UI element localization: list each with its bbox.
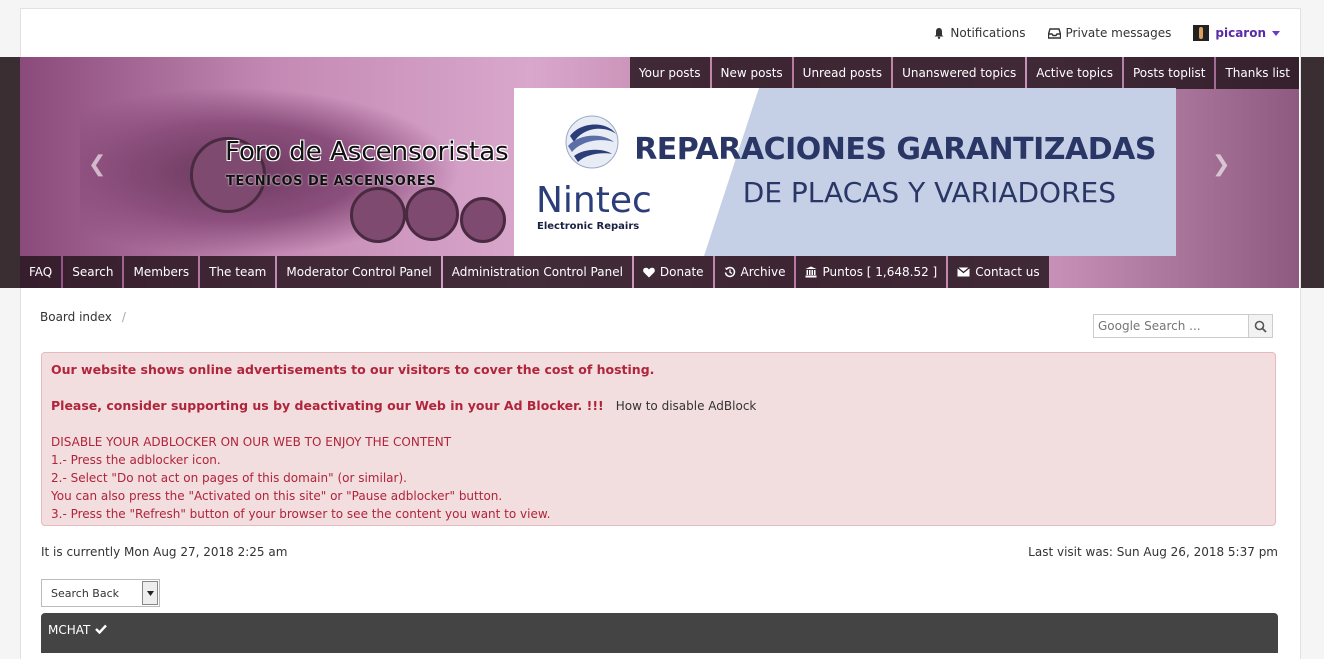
header-banner: Your posts New posts Unread posts Unansw…	[20, 57, 1299, 288]
nav-new-posts[interactable]: New posts	[711, 57, 792, 89]
site-title[interactable]: Foro de Ascensoristas	[225, 137, 509, 167]
breadcrumb-separator: /	[121, 310, 126, 324]
notifications-label: Notifications	[950, 26, 1026, 40]
history-icon	[724, 266, 735, 278]
private-messages-label: Private messages	[1065, 26, 1172, 40]
how-to-disable-adblock-link[interactable]: How to disable AdBlock	[616, 399, 757, 413]
nav-donate-label: Donate	[659, 265, 704, 279]
notifications-link[interactable]: Notifications	[933, 26, 1026, 40]
adblock-step: DISABLE YOUR ADBLOCKER ON OUR WEB TO ENJ…	[51, 435, 452, 449]
main-nav: FAQ Search Members The team Moderator Co…	[20, 256, 1051, 288]
user-menu[interactable]: picaron	[1193, 25, 1280, 41]
nav-donate[interactable]: Donate	[633, 256, 713, 288]
nav-admin-cp[interactable]: Administration Control Panel	[442, 256, 632, 288]
chevron-down-icon	[1272, 30, 1280, 36]
google-search-input[interactable]	[1094, 315, 1248, 337]
nav-contact-us[interactable]: Contact us	[948, 256, 1049, 288]
nav-members[interactable]: Members	[124, 256, 199, 288]
nav-posts-toplist[interactable]: Posts toplist	[1123, 57, 1215, 89]
nav-archive[interactable]: Archive	[714, 256, 795, 288]
adblock-notice: Our website shows online advertisements …	[41, 352, 1276, 526]
left-dark-edge	[0, 57, 20, 288]
bank-icon	[805, 266, 817, 278]
nav-contact-us-label: Contact us	[975, 265, 1040, 279]
adblock-step: 1.- Press the adblocker icon.	[51, 453, 221, 467]
nav-faq[interactable]: FAQ	[20, 256, 62, 288]
nav-active-topics[interactable]: Active topics	[1027, 57, 1122, 89]
adblock-step: You can also press the "Activated on thi…	[51, 489, 503, 503]
search-icon	[1254, 320, 1267, 333]
avatar	[1193, 25, 1210, 41]
nav-your-posts[interactable]: Your posts	[629, 57, 710, 89]
caret-down-icon	[146, 590, 154, 596]
nav-the-team-label: The team	[209, 265, 267, 279]
ad-headline-1: REPARACIONES GARANTIZADAS	[634, 132, 1156, 167]
last-visit: Last visit was: Sun Aug 26, 2018 5:37 pm	[1028, 545, 1278, 559]
nav-thanks-list[interactable]: Thanks list	[1216, 57, 1299, 89]
heart-icon	[643, 267, 655, 277]
nav-search-label: Search	[72, 265, 114, 279]
nav-members-label: Members	[133, 265, 190, 279]
right-dark-edge	[1299, 57, 1324, 288]
username: picaron	[1215, 26, 1266, 40]
current-time: It is currently Mon Aug 27, 2018 2:25 am	[41, 545, 288, 559]
breadcrumb-board-index[interactable]: Board index	[40, 310, 112, 324]
envelope-icon	[957, 267, 971, 277]
google-search-box	[1093, 314, 1273, 338]
dropdown-button[interactable]	[142, 581, 158, 605]
quick-links-nav: Your posts New posts Unread posts Unansw…	[628, 57, 1299, 89]
adblock-step: 2.- Select "Do not act on pages of this …	[51, 471, 407, 485]
ad-wedge	[704, 88, 759, 256]
ad-banner[interactable]: Nintec Electronic Repairs REPARACIONES G…	[514, 88, 1176, 256]
nav-unread-posts[interactable]: Unread posts	[793, 57, 892, 89]
nav-moderator-cp-label: Moderator Control Panel	[286, 265, 432, 279]
mchat-title: MCHAT	[48, 623, 91, 637]
nav-moderator-cp[interactable]: Moderator Control Panel	[277, 256, 441, 288]
nav-search[interactable]: Search	[63, 256, 123, 288]
nav-the-team[interactable]: The team	[200, 256, 276, 288]
google-search-button[interactable]	[1248, 315, 1272, 337]
mchat-header[interactable]: MCHAT	[41, 613, 1278, 653]
machine-wheel-decoration	[350, 187, 406, 243]
breadcrumb: Board index /	[40, 310, 126, 324]
nav-unanswered-topics[interactable]: Unanswered topics	[893, 57, 1026, 89]
nav-faq-label: FAQ	[29, 265, 53, 279]
machine-wheel-decoration	[460, 197, 506, 243]
search-back-value: Search Back	[51, 586, 119, 600]
private-messages-link[interactable]: Private messages	[1047, 26, 1172, 40]
checkmark-icon	[95, 624, 108, 634]
chevron-left-icon[interactable]: ❮	[88, 152, 106, 177]
nav-puntos-label: Puntos [ 1,648.52 ]	[822, 265, 938, 279]
chevron-right-icon[interactable]: ❯	[1212, 152, 1230, 177]
adblock-notice-line2: Please, consider supporting us by deacti…	[51, 398, 604, 413]
adblock-step: 3.- Press the "Refresh" button of your b…	[51, 507, 551, 521]
nav-puntos[interactable]: Puntos [ 1,648.52 ]	[796, 256, 947, 288]
search-back-select[interactable]: Search Back	[41, 579, 160, 607]
bell-icon	[934, 28, 944, 39]
site-subtitle: TECNICOS DE ASCENSORES	[226, 174, 437, 189]
ad-headline-2: DE PLACAS Y VARIADORES	[742, 176, 1116, 209]
machine-wheel-decoration	[405, 187, 459, 241]
adblock-notice-line1: Our website shows online advertisements …	[51, 362, 655, 377]
inbox-icon	[1047, 27, 1061, 39]
user-bar: Notifications Private messages picaron	[21, 9, 1300, 57]
nav-admin-cp-label: Administration Control Panel	[451, 265, 623, 279]
ad-logo-subtitle: Electronic Repairs	[537, 221, 640, 232]
banner-background-machine	[80, 87, 460, 257]
nav-archive-label: Archive	[740, 265, 786, 279]
